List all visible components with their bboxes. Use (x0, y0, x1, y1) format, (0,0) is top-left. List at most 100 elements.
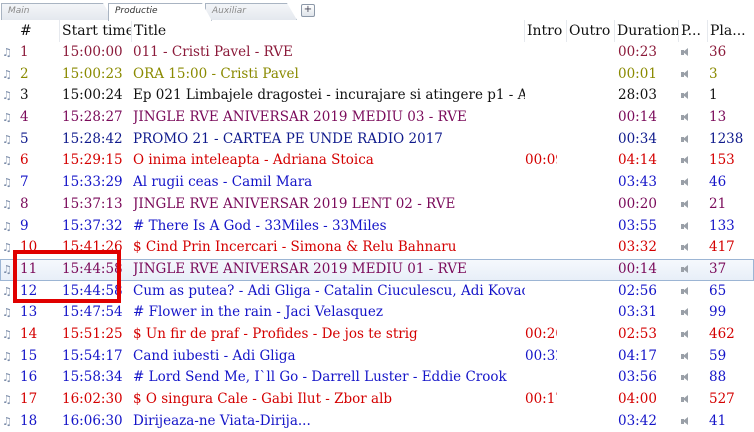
music-note-icon: ♫ (2, 132, 12, 146)
playlist-row[interactable]: ♫ 2 15:00:23 ORA 15:00 - Cristi Pavel 00:01 3 (0, 64, 754, 86)
row-duration: 04:17 (618, 347, 657, 364)
playlist-row[interactable]: ♫ 10 15:41:26 $ Cind Prin Incercari - Simon… (0, 237, 754, 259)
row-intro: 00:32 (525, 347, 557, 364)
row-duration: 00:14 (618, 109, 657, 126)
row-plays: 41 (709, 412, 727, 429)
playlist-row[interactable]: ♫ 5 15:28:42 PROMO 21 - CARTEA PE UNDE RADI… (0, 129, 754, 151)
row-intro (525, 411, 557, 432)
music-note-icon: ♫ (2, 414, 12, 428)
row-index: 16 (20, 369, 38, 386)
playlist-row[interactable]: ♫ 11 15:44:58 JINGLE RVE ANIVERSAR 2019 MED… (0, 258, 754, 281)
row-intro (525, 64, 557, 86)
row-start-time: 15:58:34 (62, 369, 123, 386)
column-outro-header[interactable]: Outro (567, 20, 615, 42)
playlist-row[interactable]: ♫ 1 15:00:00 011 - Cristi Pavel - RVE 00:23 3… (0, 42, 754, 64)
music-note-icon: ♫ (2, 67, 12, 81)
row-duration: 04:14 (618, 152, 657, 169)
speaker-icon[interactable] (681, 237, 699, 259)
row-start-time: 15:47:54 (62, 304, 123, 321)
speaker-icon[interactable] (681, 367, 699, 389)
speaker-icon[interactable] (681, 259, 699, 281)
row-title: Al rugii ceas - Camil Mara (133, 174, 313, 191)
row-outro (568, 367, 612, 389)
row-index: 9 (20, 217, 29, 234)
row-outro (568, 194, 612, 216)
row-outro (568, 129, 612, 151)
row-duration: 02:56 (618, 282, 657, 299)
playlist-row[interactable]: ♫ 15 15:54:17 Cand iubesti - Adi Gliga 00:32… (0, 346, 754, 368)
row-start-time: 15:54:17 (62, 347, 123, 364)
row-intro (525, 281, 557, 303)
row-intro (525, 85, 557, 107)
speaker-icon[interactable] (681, 42, 699, 64)
row-index: 12 (20, 282, 38, 299)
playlist-row[interactable]: ♫ 14 15:51:25 $ Un fir de praf - Profides -… (0, 324, 754, 346)
tab-auxiliar[interactable]: Auxiliar (205, 3, 297, 20)
playlist-rows: ♫ 1 15:00:00 011 - Cristi Pavel - RVE 00:23 3… (0, 42, 754, 432)
row-start-time: 15:33:29 (62, 174, 123, 191)
column-intro-header[interactable]: Intro (525, 20, 567, 42)
playlist-row[interactable]: ♫ 8 15:37:13 JINGLE RVE ANIVERSAR 2019 LENT… (0, 194, 754, 216)
row-index: 10 (20, 239, 38, 256)
plus-icon[interactable]: + (301, 4, 315, 17)
speaker-icon[interactable] (681, 346, 699, 368)
row-plays: 37 (709, 260, 727, 277)
row-intro (525, 237, 557, 259)
column-index-header[interactable]: # (0, 20, 60, 42)
music-note-icon: ♫ (2, 349, 12, 363)
music-note-icon: ♫ (2, 89, 12, 103)
row-plays: 36 (709, 44, 727, 60)
speaker-icon[interactable] (681, 302, 699, 324)
row-plays: 21 (709, 195, 727, 212)
speaker-icon[interactable] (681, 85, 699, 107)
music-note-icon: ♫ (2, 176, 12, 190)
speaker-icon[interactable] (681, 194, 699, 216)
speaker-icon[interactable] (681, 172, 699, 194)
tab-main[interactable]: Main (1, 3, 113, 20)
speaker-icon[interactable] (681, 64, 699, 86)
speaker-icon[interactable] (681, 411, 699, 432)
speaker-icon[interactable] (681, 216, 699, 238)
column-plays-header[interactable]: Pla... (708, 20, 754, 42)
speaker-icon[interactable] (681, 281, 699, 303)
row-duration: 00:20 (618, 195, 657, 212)
row-duration: 03:43 (618, 174, 657, 191)
row-start-time: 15:00:24 (62, 87, 123, 104)
playlist-header: # Start time Title Intro Outro Duration … (0, 20, 754, 42)
playlist-row[interactable]: ♫ 4 15:28:27 JINGLE RVE ANIVERSAR 2019 MEDI… (0, 107, 754, 129)
row-duration: 04:00 (618, 391, 657, 407)
playlist-row[interactable]: ♫ 3 15:00:24 Ep 021 Limbajele dragostei - i… (0, 85, 754, 107)
row-plays: 3 (709, 65, 718, 82)
column-title-header[interactable]: Title (132, 20, 525, 42)
music-note-icon: ♫ (2, 197, 12, 211)
speaker-icon[interactable] (681, 107, 699, 129)
playlist-row[interactable]: ♫ 18 16:06:30 Dirijeaza-ne Viata-Dirija... 0… (0, 411, 754, 432)
tab-productie[interactable]: Productie (108, 3, 212, 21)
row-outro (568, 107, 612, 129)
speaker-icon[interactable] (681, 324, 699, 346)
playlist-row[interactable]: ♫ 13 15:47:54 # Flower in the rain - Jaci V… (0, 302, 754, 324)
speaker-icon[interactable] (681, 389, 699, 411)
speaker-icon[interactable] (681, 129, 699, 151)
row-start-time: 15:44:58 (62, 260, 123, 277)
playlist-row[interactable]: ♫ 7 15:33:29 Al rugii ceas - Camil Mara 03:4… (0, 172, 754, 194)
row-duration: 00:34 (618, 130, 657, 147)
row-start-time: 15:00:00 (62, 44, 123, 60)
column-start-time-header[interactable]: Start time (60, 20, 132, 42)
playlist-row[interactable]: ♫ 16 15:58:34 # Lord Send Me, I`ll Go - Dar… (0, 367, 754, 389)
playlist-row[interactable]: ♫ 12 15:44:58 Cum as putea? - Adi Gliga - C… (0, 281, 754, 303)
row-title: $ Cind Prin Incercari - Simona & Relu Ba… (133, 239, 457, 256)
playlist-row[interactable]: ♫ 9 15:37:32 # There Is A God - 33Miles - 3… (0, 216, 754, 238)
row-outro (568, 259, 612, 281)
row-index: 14 (20, 325, 38, 342)
row-title: Dirijeaza-ne Viata-Dirija... (133, 412, 311, 429)
playlist-row[interactable]: ♫ 17 16:02:30 $ O singura Cale - Gabi Ilut … (0, 389, 754, 411)
row-index: 5 (20, 130, 29, 147)
column-play-header[interactable]: P... (679, 20, 708, 42)
row-outro (568, 64, 612, 86)
row-duration: 28:03 (618, 87, 657, 104)
speaker-icon[interactable] (681, 150, 699, 172)
column-duration-header[interactable]: Duration (615, 20, 679, 42)
row-plays: 527 (709, 391, 735, 407)
playlist-row[interactable]: ♫ 6 15:29:15 O inima inteleapta - Adriana S… (0, 150, 754, 172)
